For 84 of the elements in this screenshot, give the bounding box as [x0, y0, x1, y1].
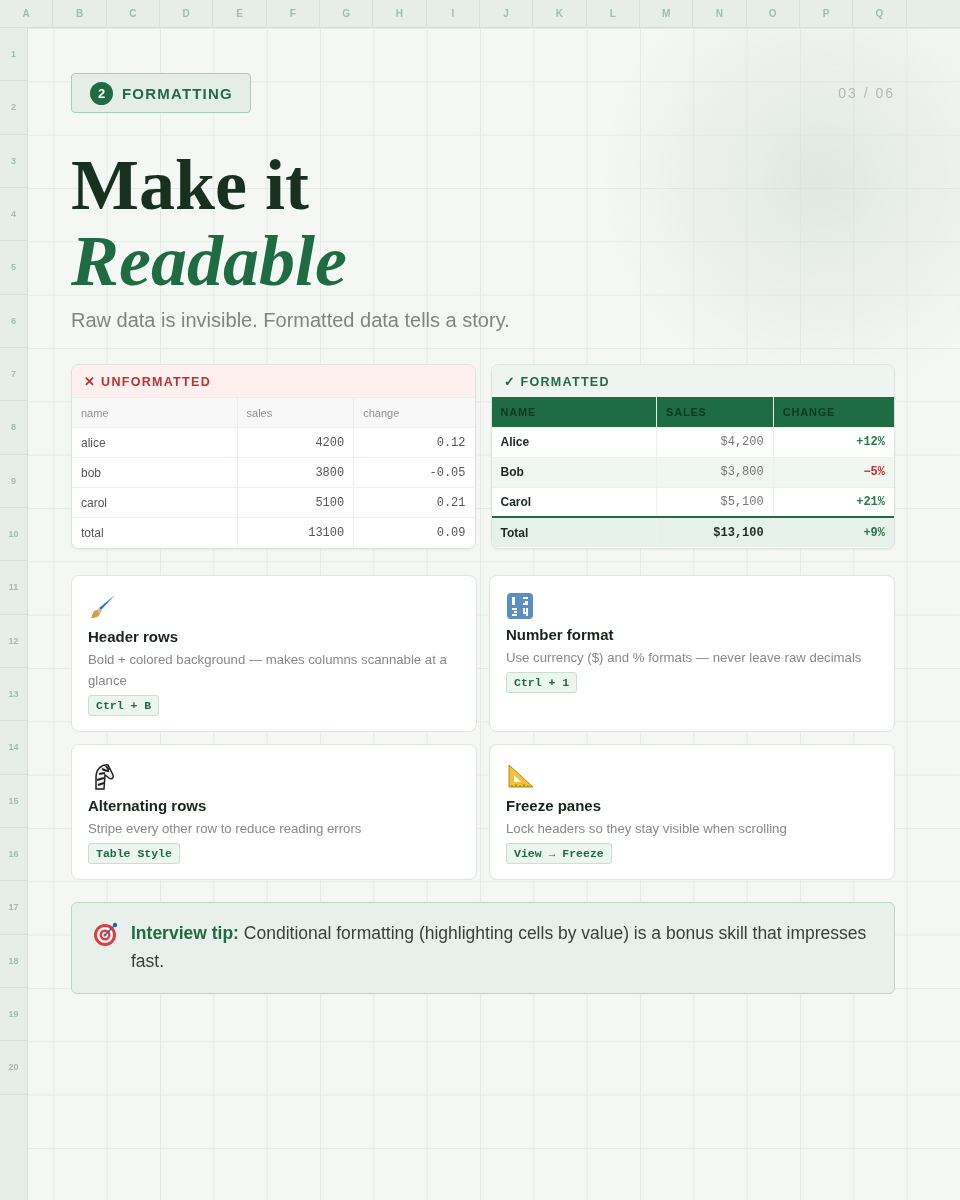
- headline: Make it: [71, 147, 309, 223]
- row-header: 15: [0, 774, 27, 828]
- tip-title: Alternating rows: [88, 796, 207, 814]
- row-header: 2: [0, 81, 27, 135]
- page-counter: 03 / 06: [838, 85, 895, 101]
- row-header: 3: [0, 134, 27, 188]
- column-header: I: [426, 0, 480, 27]
- tip-description: Use currency ($) and % formats — never leave raw decimals: [506, 648, 862, 667]
- column-heading: sales: [237, 397, 354, 428]
- column-heading: name: [72, 397, 237, 428]
- total-cell: Total: [491, 517, 657, 547]
- row-header: 4: [0, 188, 27, 242]
- table-cell: +12%: [773, 427, 894, 457]
- total-cell: +9%: [773, 517, 894, 547]
- tip-title: Header rows: [88, 627, 179, 645]
- row-header: 14: [0, 721, 27, 775]
- column-header: O: [746, 0, 800, 27]
- table-cell: $3,800: [656, 457, 774, 487]
- subtitle: Raw data is invisible. Formatted data tells a story.: [71, 309, 511, 332]
- column-header: A: [0, 0, 54, 27]
- table-cell: bob: [72, 457, 237, 488]
- column-header: C: [106, 0, 160, 27]
- table-cell: $4,200: [656, 427, 774, 457]
- table-cell: alice: [72, 427, 237, 458]
- row-header: 12: [0, 614, 27, 668]
- total-cell: $13,100: [656, 517, 774, 547]
- table-cell: 0.12: [353, 427, 475, 458]
- column-header: Q: [853, 0, 907, 27]
- row-header: 1: [0, 28, 27, 82]
- table-cell: 0.21: [353, 487, 475, 518]
- table-cell: 13100: [237, 517, 354, 548]
- table-cell: 4200: [237, 427, 354, 458]
- column-header: M: [639, 0, 694, 27]
- row-header: 11: [0, 561, 27, 615]
- shortcut-chip: Ctrl + B: [88, 694, 160, 716]
- table-cell: carol: [72, 487, 237, 518]
- table-label: ✕ UNFORMATTED: [72, 365, 475, 397]
- row-header: 9: [0, 454, 27, 508]
- column-header: G: [319, 0, 374, 27]
- table-cell: 0.09: [353, 517, 475, 548]
- shortcut-chip: View → Freeze: [506, 842, 612, 864]
- row-header: 5: [0, 241, 27, 295]
- row-header: 20: [0, 1041, 27, 1095]
- table-cell: 5100: [237, 487, 354, 518]
- column-header: P: [799, 0, 854, 27]
- section-label: FORMATTING: [122, 84, 233, 102]
- column-header: H: [373, 0, 427, 27]
- column-header: F: [266, 0, 320, 27]
- interview-tip-text: Interview tip: Conditional formatting (highlighting cells by value) is a bonus skill that impresses fast.: [131, 921, 868, 973]
- table-cell: Bob: [491, 457, 657, 487]
- column-header: K: [533, 0, 587, 27]
- table-cell: total: [72, 517, 237, 548]
- tip-description: Lock headers so they stay visible when scrolling: [506, 819, 787, 838]
- column-header: J: [479, 0, 534, 27]
- shortcut-chip: Ctrl + 1: [506, 671, 578, 693]
- row-header: 7: [0, 347, 27, 402]
- column-header: E: [213, 0, 267, 27]
- row-header: 17: [0, 881, 27, 935]
- target-icon: [93, 920, 119, 947]
- table-cell: 3800: [237, 457, 354, 488]
- section-number: 2: [90, 81, 113, 105]
- column-header: L: [586, 0, 640, 27]
- column-heading: change: [353, 397, 475, 428]
- numbers-icon: [506, 591, 534, 620]
- row-header: 16: [0, 827, 27, 882]
- table-cell: Alice: [491, 427, 657, 457]
- table-cell: -0.05: [353, 457, 475, 488]
- row-header: 18: [0, 934, 27, 988]
- row-header: 19: [0, 987, 27, 1042]
- tip-title: Number format: [506, 625, 614, 643]
- row-header: 6: [0, 294, 27, 348]
- shortcut-chip: Table Style: [88, 842, 180, 864]
- tip-title: Freeze panes: [506, 796, 602, 814]
- table-label: ✓ FORMATTED: [491, 365, 894, 397]
- column-header: B: [53, 0, 107, 27]
- tip-description: Stripe every other row to reduce reading errors: [88, 819, 362, 838]
- column-header: N: [693, 0, 747, 27]
- tip-description: Bold + colored background — makes columns scannable at a glance: [88, 650, 448, 690]
- row-header: 8: [0, 401, 27, 455]
- row-header: 13: [0, 667, 27, 722]
- column-header: D: [160, 0, 214, 27]
- headline-accent: Readable: [71, 223, 347, 299]
- table-cell: −5%: [773, 457, 894, 487]
- row-header: 10: [0, 507, 27, 562]
